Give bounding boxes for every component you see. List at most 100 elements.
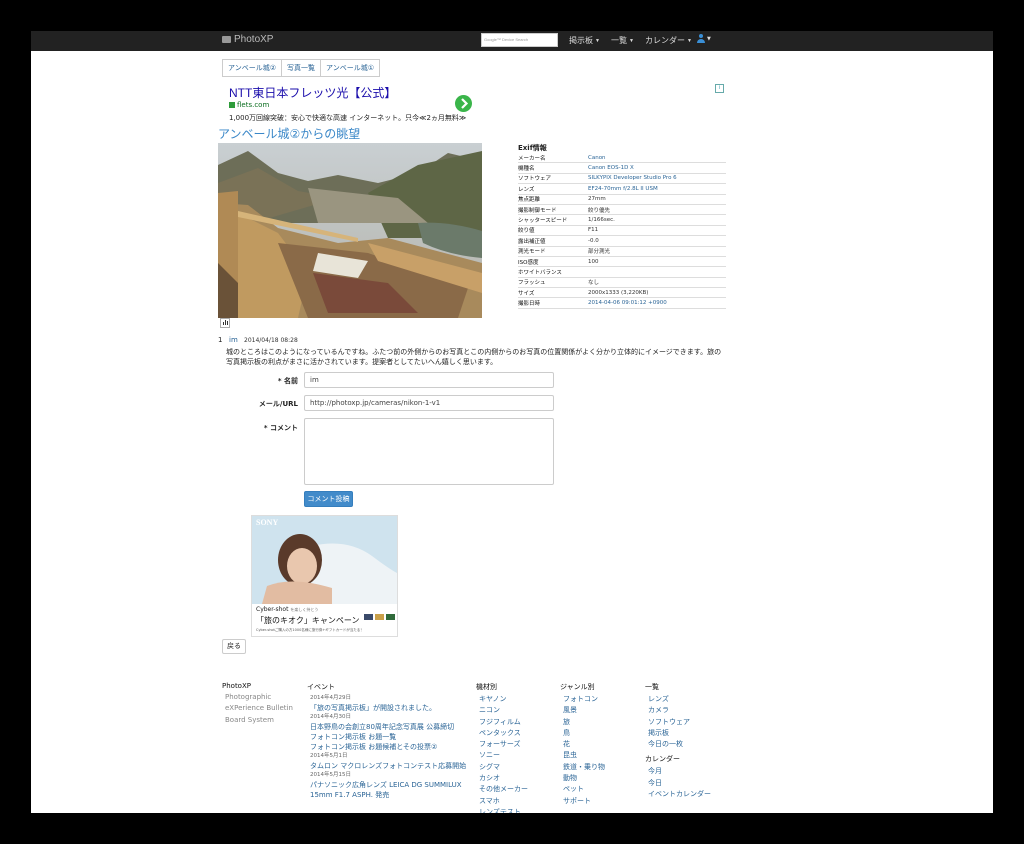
footer-genre-link[interactable]: サポート [560,796,605,807]
footer-material-link[interactable]: スマホ [476,796,528,807]
exif-value[interactable]: SILKYPIX Developer Studio Pro 6 [588,173,726,185]
event-link[interactable]: 日本野鳥の会創立80周年記念写真展 公募締切 [307,722,466,732]
submit-comment-button[interactable]: コメント投稿 [304,491,353,507]
footer-genre-link[interactable]: 昆虫 [560,750,605,761]
exif-value[interactable]: EF24-70mm f/2.8L II USM [588,183,726,195]
footer-genre-link[interactable]: 花 [560,739,605,750]
footer-genre-link[interactable]: フォトコン [560,694,605,705]
event-link[interactable]: 15mm F1.7 ASPH. 発売 [307,790,466,800]
footer-material-link[interactable]: ニコン [476,705,528,716]
nav-menu-list[interactable]: 一覧 ▼ [611,35,634,46]
event-date: 2014年5月1日 [310,753,348,759]
footer-list-link[interactable]: 今日の一枚 [645,739,711,750]
ad-title-link[interactable]: NTT東日本フレッツ光【公式】 [229,84,396,101]
exif-value: 100 [588,256,726,268]
next-photo-link[interactable]: アンベール城① [321,60,379,76]
footer-list-link[interactable]: カメラ [645,705,711,716]
name-input[interactable]: im [304,372,554,388]
footer-genre-link[interactable]: ペット [560,784,605,795]
footer-genre-link[interactable]: 鉄道・乗り物 [560,762,605,773]
footer-calendar-link[interactable]: 今月 [645,766,711,777]
comment-number: 1 [218,336,223,344]
caret-down-icon: ▼ [687,38,692,44]
comment-date: 2014/04/18 08:28 [244,337,298,344]
event-date: 2014年4月29日 [310,695,351,701]
google-logo: Google™ [484,37,501,42]
sony-ad-banner[interactable]: SONY Cyber-shot を楽しく持とう 「旅のキオク」キャンペーン Cy… [251,515,398,637]
footer-heading: カレンダー [645,755,680,764]
nav-menu-board[interactable]: 掲示板 ▼ [569,35,600,46]
photo-image[interactable] [218,143,482,318]
footer-material-link[interactable]: ペンタックス [476,728,528,739]
ad-arrow-button[interactable] [455,95,472,112]
footer-genre-link[interactable]: 風景 [560,705,605,716]
brand-link[interactable]: PhotoXP [222,34,273,45]
exif-row: ソフトウェア SILKYPIX Developer Studio Pro 6 [518,173,726,185]
exif-key: 焦点距離 [518,194,588,205]
exif-row: シャッタースピード 1/166sec. [518,214,726,226]
exif-row: サイズ 2000x1333 (3,220KB) [518,287,726,299]
footer-material-link[interactable]: ソニー [476,750,528,761]
footer-calendar-link[interactable]: イベントカレンダー [645,789,711,800]
event-link[interactable]: タムロン マクロレンズフォトコンテスト応募開始 [307,761,466,771]
footer-material-link[interactable]: フォーサーズ [476,739,528,750]
exif-key: 撮影制御モード [518,204,588,216]
device-search-input[interactable]: Google™ Device Search [481,33,558,47]
exif-row: 測光モード 部分測光 [518,246,726,257]
footer-material-link[interactable]: カシオ [476,773,528,784]
footer-calendar-link[interactable]: 今日 [645,778,711,789]
event-link[interactable]: フォトコン掲示板 お題候補とその投票② [307,742,466,752]
exif-key: サイズ [518,287,588,299]
footer-about-text: eXPerience Bulletin [225,704,293,713]
comment-author-link[interactable]: im [229,336,238,344]
page: PhotoXP Google™ Device Search 掲示板 ▼ 一覧 ▼ カ… [31,31,993,813]
footer-material-link[interactable]: その他メーカー [476,784,528,795]
photo-title: アンベール城②からの眺望 [218,127,361,141]
exif-value[interactable]: 2014-04-06 09:01:12 +0900 [588,297,726,309]
ad-url[interactable]: flets.com [229,101,269,109]
footer-list-link[interactable]: レンズ [645,694,711,705]
nav-menu-calendar[interactable]: カレンダー ▼ [645,35,692,46]
comment-textarea[interactable] [304,418,554,485]
histogram-icon[interactable] [220,318,230,328]
footer-heading: PhotoXP [222,682,251,690]
caret-down-icon: ▼ [629,38,634,44]
event-link[interactable]: パナソニック広角レンズ LEICA DG SUMMILUX [307,780,466,790]
footer-material-link[interactable]: レンズテスト [476,807,528,813]
comment-text: 城のところはこのようになっているんですね。ふたつ前の外側からのお写真とこの内側か… [226,348,722,366]
footer-list-link[interactable]: ソフトウェア [645,717,711,728]
caret-down-icon: ▼ [595,38,600,44]
exif-row: メーカー名 Canon [518,153,726,164]
exif-value[interactable]: Canon [588,153,726,164]
event-link[interactable]: 「旅の写真掲示板」が開設されました。 [307,703,466,713]
footer-events: イベント 2014年4月29日 「旅の写真掲示板」が開設されました。 2014年4月… [307,682,466,800]
ad-choices-icon[interactable]: i [715,84,724,93]
footer-list-link[interactable]: 掲示板 [645,728,711,739]
caret-down-icon[interactable]: ▼ [707,36,711,42]
exif-key: シャッタースピード [518,214,588,226]
footer-genre-link[interactable]: 鳥 [560,728,605,739]
exif-row: 絞り値 F11 [518,225,726,237]
exif-row: 機種名 Canon EOS-1D X [518,162,726,174]
footer-genre-link[interactable]: 動物 [560,773,605,784]
photo-nav-tabs: アンベール城② 写真一覧 アンベール城① [222,59,380,77]
event-date: 2014年5月15日 [310,772,351,778]
ad-url-text: flets.com [237,101,270,109]
footer-material-link[interactable]: シグマ [476,762,528,773]
mail-url-input[interactable]: http://photoxp.jp/cameras/nikon-1-v1 [304,395,554,411]
user-icon[interactable] [697,34,705,44]
footer-genre-link[interactable]: 旅 [560,717,605,728]
photo-list-link[interactable]: 写真一覧 [282,60,321,76]
exif-value: 絞り優先 [588,204,726,216]
exif-key: ホワイトバランス [518,266,588,278]
exif-value[interactable]: Canon EOS-1D X [588,162,726,174]
prev-photo-link[interactable]: アンベール城② [223,60,282,76]
footer-material-link[interactable]: フジフィルム [476,717,528,728]
event-date: 2014年4月30日 [310,714,351,720]
back-button[interactable]: 戻る [222,639,246,654]
footer-material-link[interactable]: キヤノン [476,694,528,705]
top-navbar: PhotoXP Google™ Device Search 掲示板 ▼ 一覧 ▼ カ… [31,31,993,51]
favicon-icon [229,102,235,108]
search-placeholder: Device Search [502,37,529,42]
event-link[interactable]: フォトコン掲示板 お題一覧 [307,732,466,742]
